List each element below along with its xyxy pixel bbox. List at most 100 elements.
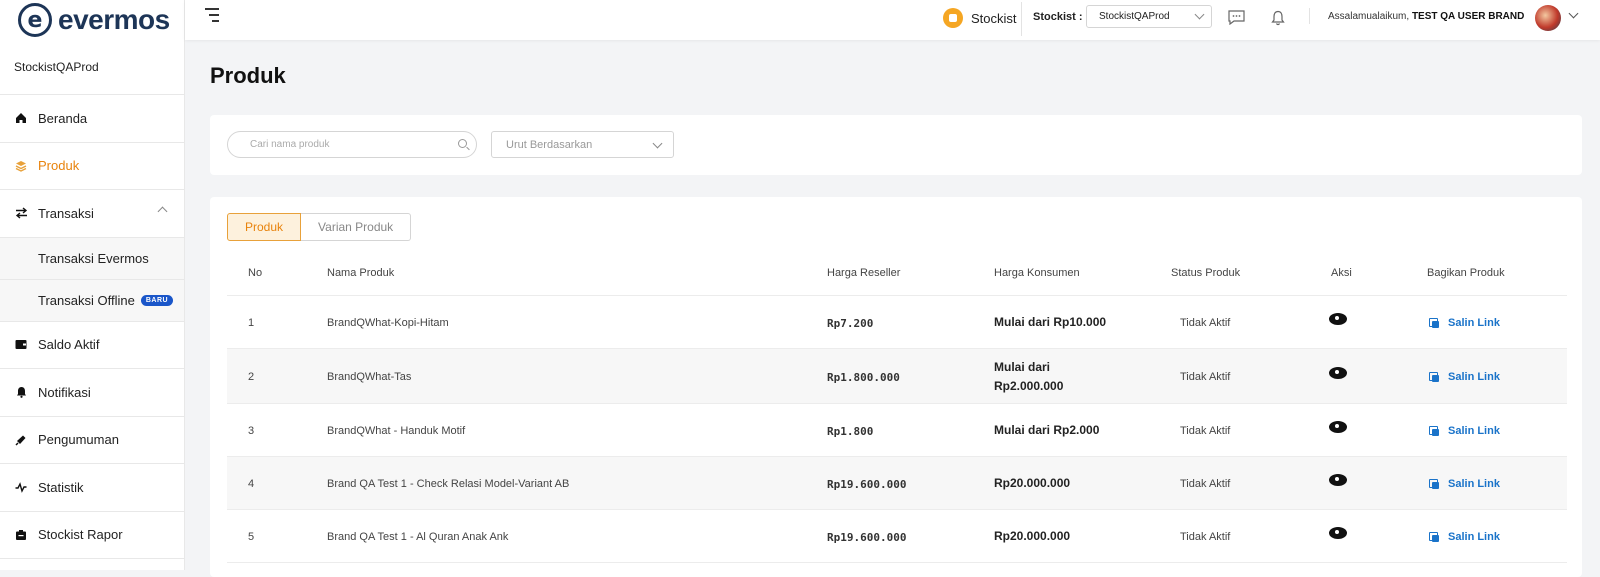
search-input[interactable]: Cari nama produk <box>227 131 477 158</box>
copy-icon <box>1429 318 1439 328</box>
cell-consumer-price: Rp20.000.000 <box>994 529 1071 543</box>
sidebar-item-produk[interactable]: Produk <box>0 143 184 190</box>
cell-consumer-price: Mulai dari Rp2.000 <box>994 423 1100 437</box>
swap-icon <box>14 206 28 220</box>
megaphone-icon <box>14 433 28 447</box>
top-bar: Stockist Stockist : StockistQAProd Assal… <box>185 0 1600 40</box>
stockist-select[interactable]: StockistQAProd <box>1086 5 1212 28</box>
cell-no: 1 <box>248 317 255 329</box>
sidebar-item-saldo-aktif[interactable]: Saldo Aktif <box>0 322 184 369</box>
cell-reseller-price: Rp19.600.000 <box>827 478 907 491</box>
chat-icon[interactable] <box>1228 10 1245 30</box>
chevron-up-icon <box>157 206 168 217</box>
cell-status: Tidak Aktif <box>1180 531 1231 543</box>
sidebar-item-label: Produk <box>38 158 80 174</box>
sidebar-item-label: Pengumuman <box>38 432 119 448</box>
sidebar-item-label: Stockist Rapor <box>38 527 123 543</box>
filter-card: Cari nama produk Urut Berdasarkan <box>210 115 1582 175</box>
cell-reseller-price: Rp19.600.000 <box>827 531 907 544</box>
chevron-down-icon <box>1194 9 1205 20</box>
stockist-badge-icon <box>943 8 963 28</box>
notification-bell-icon[interactable] <box>1271 10 1285 31</box>
cell-no: 5 <box>248 531 255 543</box>
sidebar-item-label: Notifikasi <box>38 384 91 400</box>
wallet-icon <box>14 338 28 352</box>
tab-produk[interactable]: Produk <box>227 213 302 241</box>
column-header-nama-produk: Nama Produk <box>327 267 395 279</box>
copy-link-button[interactable]: Salin Link <box>1429 478 1500 490</box>
chevron-down-icon <box>652 138 663 149</box>
evermos-logo-icon: e <box>18 3 52 37</box>
view-eye-icon[interactable] <box>1329 527 1347 539</box>
greeting-text: Assalamualaikum, <box>1328 11 1410 22</box>
search-placeholder: Cari nama produk <box>250 139 330 150</box>
cell-product-name: Brand QA Test 1 - Al Quran Anak Ank <box>327 531 509 543</box>
cell-product-name: BrandQWhat-Kopi-Hitam <box>327 317 449 329</box>
user-name: TEST QA USER BRAND <box>1411 11 1525 22</box>
stockist-select-value: StockistQAProd <box>1099 11 1170 22</box>
column-header-aksi: Aksi <box>1331 267 1352 279</box>
cell-consumer-price: Mulai dari Rp2.000.000 <box>994 360 1064 393</box>
copy-icon <box>1429 426 1439 436</box>
tab-group: Produk Varian Produk <box>227 213 412 241</box>
cell-status: Tidak Aktif <box>1180 478 1231 490</box>
chart-line-icon <box>14 480 28 494</box>
copy-link-button[interactable]: Salin Link <box>1429 425 1500 437</box>
sidebar-item-beranda[interactable]: Beranda <box>0 95 184 143</box>
copy-link-button[interactable]: Salin Link <box>1429 531 1500 543</box>
cell-status: Tidak Aktif <box>1180 371 1231 383</box>
sidebar-subitem-transaksi-offline[interactable]: Transaksi Offline BARU <box>0 279 184 322</box>
table-row: 5 Brand QA Test 1 - Al Quran Anak Ank Rp… <box>227 510 1567 563</box>
sidebar-item-notifikasi[interactable]: Notifikasi <box>0 369 184 417</box>
view-eye-icon[interactable] <box>1329 421 1347 433</box>
cell-status: Tidak Aktif <box>1180 317 1231 329</box>
view-eye-icon[interactable] <box>1329 367 1347 379</box>
sidebar-item-transaksi[interactable]: Transaksi <box>0 190 184 238</box>
role-indicator: Stockist <box>943 8 1017 28</box>
table-row: 3 BrandQWhat - Handuk Motif Rp1.800 Mula… <box>227 404 1567 457</box>
avatar[interactable] <box>1535 5 1561 31</box>
copy-link-label: Salin Link <box>1448 317 1500 329</box>
sidebar-item-statistik[interactable]: Statistik <box>0 464 184 512</box>
table-row: 1 BrandQWhat-Kopi-Hitam Rp7.200 Mulai da… <box>227 296 1567 349</box>
home-icon <box>14 111 28 125</box>
sort-select[interactable]: Urut Berdasarkan <box>491 131 674 158</box>
tab-varian-produk[interactable]: Varian Produk <box>301 213 412 241</box>
report-icon <box>14 528 28 542</box>
menu-toggle-icon[interactable] <box>205 8 219 26</box>
brand-logo[interactable]: e evermos <box>0 0 184 40</box>
chevron-down-icon[interactable] <box>1568 8 1579 19</box>
copy-link-label: Salin Link <box>1448 478 1500 490</box>
copy-link-button[interactable]: Salin Link <box>1429 317 1500 329</box>
cell-reseller-price: Rp1.800 <box>827 425 874 438</box>
brand-name: evermos <box>58 4 170 35</box>
sidebar-item-label: Statistik <box>38 479 84 495</box>
sidebar-item-label: Saldo Aktif <box>38 337 100 353</box>
page-title: Produk <box>210 63 286 88</box>
view-eye-icon[interactable] <box>1329 474 1347 486</box>
cell-no: 2 <box>248 371 255 383</box>
sidebar-subitem-transaksi-evermos[interactable]: Transaksi Evermos <box>0 237 184 280</box>
bell-icon <box>14 385 28 399</box>
sidebar-item-pengumuman[interactable]: Pengumuman <box>0 417 184 464</box>
cell-product-name: BrandQWhat-Tas <box>327 371 412 383</box>
stockist-select-label: Stockist : <box>1033 11 1083 23</box>
cell-product-name: Brand QA Test 1 - Check Relasi Model-Var… <box>327 478 570 490</box>
new-badge: BARU <box>140 294 174 306</box>
sidebar-subitem-label: Transaksi Offline <box>38 292 135 308</box>
sidebar-item-stockist-rapor[interactable]: Stockist Rapor <box>0 512 184 559</box>
table-body: 1 BrandQWhat-Kopi-Hitam Rp7.200 Mulai da… <box>227 296 1567 563</box>
role-label: Stockist <box>971 10 1017 26</box>
user-greeting: Assalamualaikum, TEST QA USER BRAND <box>1328 11 1524 22</box>
cell-consumer-price: Rp20.000.000 <box>994 476 1071 490</box>
copy-link-button[interactable]: Salin Link <box>1429 371 1500 383</box>
copy-link-label: Salin Link <box>1448 531 1500 543</box>
product-table-card: Produk Varian Produk No Nama Produk Harg… <box>210 197 1582 577</box>
cell-product-name: BrandQWhat - Handuk Motif <box>327 425 466 437</box>
cell-consumer-price: Mulai dari Rp10.000 <box>994 315 1107 329</box>
layers-icon <box>14 159 28 173</box>
view-eye-icon[interactable] <box>1329 313 1347 325</box>
store-name: StockistQAProd <box>0 40 184 95</box>
sidebar-subitem-label: Transaksi Evermos <box>38 250 149 266</box>
column-header-no: No <box>248 267 263 279</box>
